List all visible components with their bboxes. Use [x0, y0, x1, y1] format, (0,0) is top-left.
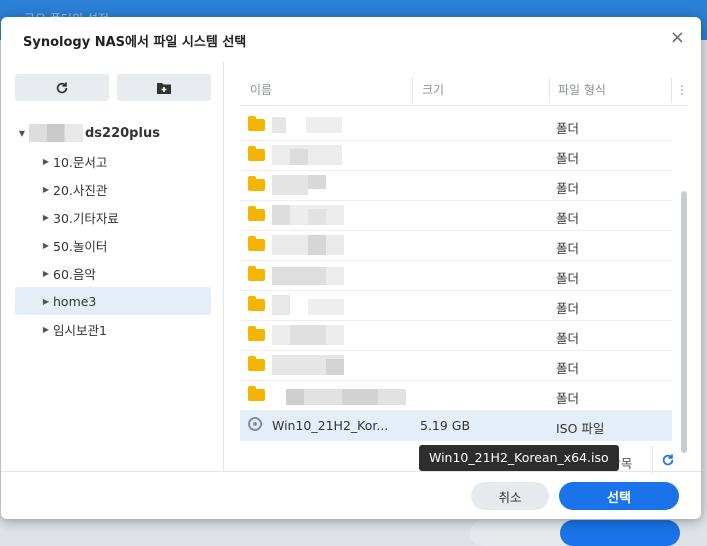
caret-right-icon[interactable]: ▶	[39, 297, 53, 306]
column-header-type[interactable]: 파일 형식	[558, 75, 606, 105]
tree-item-label: 60.음악	[53, 266, 96, 282]
file-type: 폴더	[556, 211, 580, 226]
tree-item[interactable]: ▶ 50.놀이터	[15, 231, 211, 259]
redacted-text	[272, 205, 344, 225]
list-refresh-button[interactable]	[652, 446, 683, 474]
tree-item[interactable]: ▶ 10.문서고	[15, 147, 211, 175]
file-list-pane: 이름 크기 파일 형식 ⋮ 폴더 폴더 폴더 폴더 폴더 폴더 폴더 폴더 폴더…	[224, 61, 701, 474]
tree-item-label: 20.사진관	[53, 182, 108, 198]
filename-tooltip: Win10_21H2_Korean_x64.iso	[419, 445, 619, 471]
column-header-name[interactable]: 이름	[250, 75, 272, 105]
folder-icon	[248, 386, 265, 401]
folder-tree: ▼ ds220plus ▶ 10.문서고 ▶ 20.사진관 ▶ 30.기타자료 …	[15, 119, 211, 343]
column-divider[interactable]	[412, 77, 413, 103]
folder-tree-pane: ▼ ds220plus ▶ 10.문서고 ▶ 20.사진관 ▶ 30.기타자료 …	[1, 61, 224, 471]
caret-right-icon[interactable]: ▶	[39, 157, 53, 166]
redacted-text	[272, 267, 344, 285]
column-menu-icon[interactable]: ⋮	[676, 75, 688, 105]
redacted-text	[272, 145, 342, 165]
refresh-button[interactable]	[15, 74, 109, 101]
folder-icon	[248, 146, 265, 161]
background-button	[560, 520, 680, 546]
table-row[interactable]: 폴더	[240, 141, 672, 171]
dialog-title: Synology NAS에서 파일 시스템 선택	[23, 35, 247, 50]
header-divider	[240, 105, 688, 106]
caret-down-icon[interactable]: ▼	[15, 129, 29, 138]
table-row[interactable]: 폴더	[240, 351, 672, 381]
tree-item[interactable]: ▶ 20.사진관	[15, 175, 211, 203]
redacted-text	[272, 355, 344, 375]
folder-icon	[248, 326, 265, 341]
file-type: 폴더	[556, 331, 580, 346]
folder-icon	[248, 206, 265, 221]
disc-image-icon	[248, 417, 262, 431]
file-type: ISO 파일	[556, 421, 605, 436]
folder-icon	[248, 116, 265, 131]
table-row-selected[interactable]: Win10_21H2_Kor... 5.19 GB ISO 파일	[240, 411, 672, 441]
folder-icon	[248, 266, 265, 281]
new-folder-button[interactable]	[117, 74, 211, 101]
tree-item-label: home3	[53, 293, 97, 309]
table-row[interactable]: 폴더	[240, 261, 672, 291]
file-list: 폴더 폴더 폴더 폴더 폴더 폴더 폴더 폴더 폴더 폴더 Win10_21H2…	[240, 111, 672, 441]
tree-item-selected[interactable]: ▶ home3	[15, 287, 211, 315]
file-type: 폴더	[556, 241, 580, 256]
cancel-button[interactable]: 취소	[471, 482, 549, 510]
file-type: 폴더	[556, 391, 580, 406]
column-divider[interactable]	[671, 77, 672, 103]
tree-item-label: 임시보관1	[53, 322, 107, 338]
refresh-icon	[662, 454, 674, 466]
table-row[interactable]: 폴더	[240, 111, 672, 141]
file-type: 폴더	[556, 151, 580, 166]
file-type: 폴더	[556, 271, 580, 286]
folder-icon	[248, 296, 265, 311]
file-name: Win10_21H2_Kor...	[272, 418, 389, 433]
folder-icon	[248, 356, 265, 371]
caret-right-icon[interactable]: ▶	[39, 213, 53, 222]
redacted-text	[272, 325, 344, 345]
file-type: 폴더	[556, 301, 580, 316]
tree-item[interactable]: ▶ 임시보관1	[15, 315, 211, 343]
caret-right-icon[interactable]: ▶	[39, 325, 53, 334]
caret-right-icon[interactable]: ▶	[39, 241, 53, 250]
close-icon[interactable]: ×	[670, 27, 685, 48]
tree-item[interactable]: ▶ 30.기타자료	[15, 203, 211, 231]
tree-item-label: 10.문서고	[53, 154, 108, 170]
footer-divider	[1, 471, 701, 472]
redacted-text	[272, 175, 326, 195]
redacted-text	[272, 295, 344, 315]
table-row[interactable]: 폴더	[240, 231, 672, 261]
file-type: 폴더	[556, 361, 580, 376]
column-header-size[interactable]: 크기	[422, 75, 444, 105]
redacted-text	[29, 124, 83, 142]
file-type: 폴더	[556, 121, 580, 136]
nas-name: ds220plus	[85, 125, 160, 141]
caret-right-icon[interactable]: ▶	[39, 185, 53, 194]
column-divider[interactable]	[549, 77, 550, 103]
table-row[interactable]: 폴더	[240, 381, 672, 411]
redacted-text	[272, 117, 342, 133]
redacted-text	[272, 235, 344, 255]
table-row[interactable]: 폴더	[240, 321, 672, 351]
folder-icon	[248, 176, 265, 191]
folder-icon	[248, 236, 265, 251]
tree-item[interactable]: ▶ 60.음악	[15, 259, 211, 287]
refresh-icon	[56, 81, 68, 93]
file-select-dialog: Synology NAS에서 파일 시스템 선택 × ▼ ds220plus ▶	[1, 17, 701, 519]
tree-item-label: 30.기타자료	[53, 210, 119, 226]
tree-root[interactable]: ▼ ds220plus	[15, 119, 211, 147]
file-size: 5.19 GB	[420, 418, 471, 433]
redacted-text	[286, 389, 406, 405]
file-type: 폴더	[556, 181, 580, 196]
table-row[interactable]: 폴더	[240, 201, 672, 231]
select-button[interactable]: 선택	[559, 482, 679, 510]
table-row[interactable]: 폴더	[240, 291, 672, 321]
table-row[interactable]: 폴더	[240, 171, 672, 201]
caret-right-icon[interactable]: ▶	[39, 269, 53, 278]
scrollbar[interactable]	[681, 191, 687, 453]
tree-item-label: 50.놀이터	[53, 238, 108, 254]
new-folder-icon	[157, 82, 171, 94]
